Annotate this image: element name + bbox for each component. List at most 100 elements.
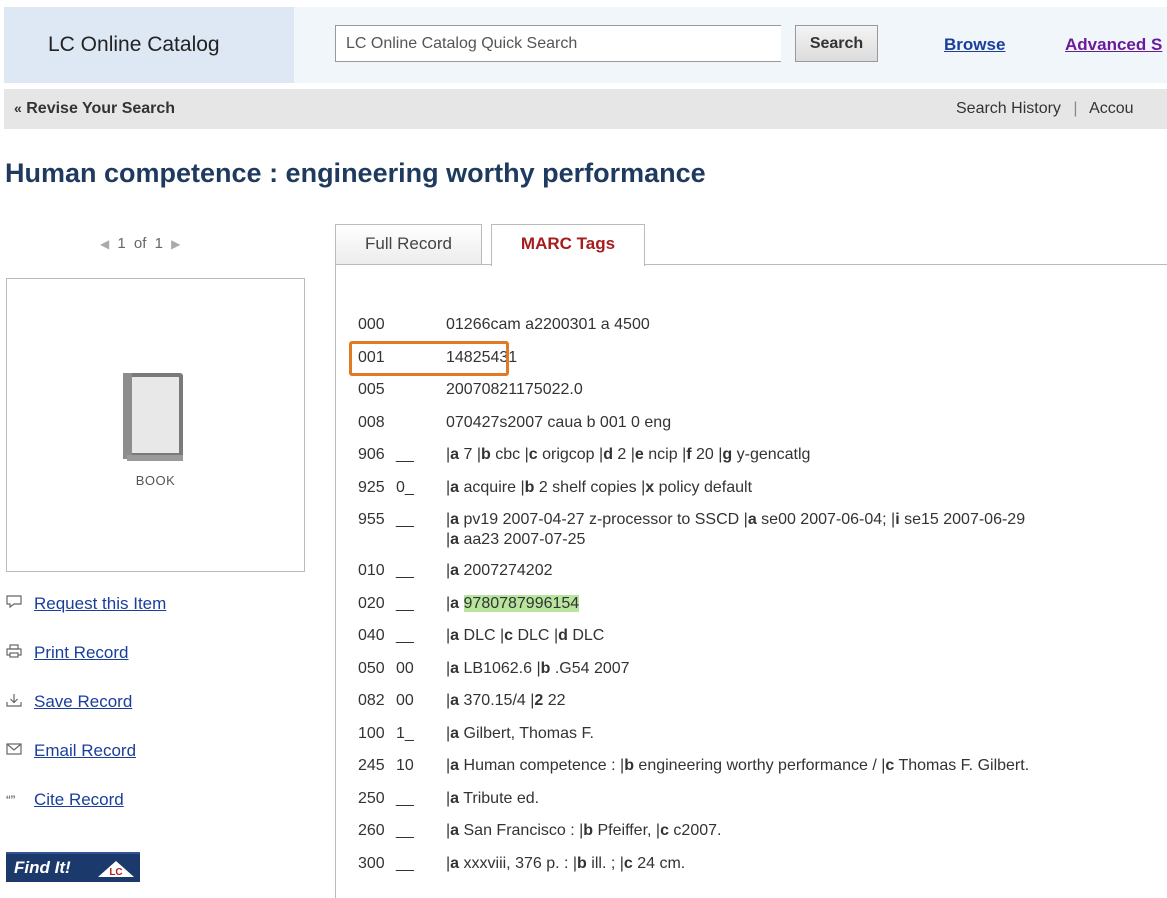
subfield-value: 9780787996154 (459, 594, 580, 612)
marc-data: |a 7 |b cbc |c origcop |d 2 |e ncip |f 2… (446, 445, 1163, 465)
email-record-link[interactable]: Email Record (34, 740, 136, 762)
action-cite-record: “” Cite Record (6, 789, 286, 838)
account-link[interactable]: Accou (1089, 100, 1133, 117)
format-label: BOOK (135, 473, 176, 488)
marc-data: |a DLC |c DLC |d DLC (446, 626, 1163, 646)
marc-tag: 955 (358, 511, 385, 528)
marc-tag: 245 (358, 757, 385, 774)
quick-search-input[interactable] (335, 25, 781, 62)
revise-search-link[interactable]: « Revise Your Search (14, 100, 175, 118)
subfield-value: pv19 2007-04-27 z-processor to SSCD (459, 511, 744, 528)
subfield-code: b (583, 822, 594, 839)
nav-browse-link[interactable]: Browse (944, 35, 1005, 55)
search-history-link[interactable]: Search History (956, 100, 1061, 117)
print-record-link[interactable]: Print Record (34, 642, 128, 664)
marc-field-955: 955 __ |a pv19 2007-04-27 z-processor to S… (358, 510, 1163, 550)
download-icon (6, 691, 34, 713)
marc-data: |a 370.15/4 |2 22 (446, 691, 1163, 711)
marc-data: |a xxxviii, 376 p. : |b ill. ; |c 24 cm. (446, 854, 1163, 874)
marc-data: 14825431 (446, 348, 518, 366)
subfield-value: 20 (691, 446, 719, 463)
record-pager: ◀ 1 of 1 ▶ (100, 235, 180, 252)
subfield-value: Tribute ed. (459, 789, 540, 807)
request-item-link[interactable]: Request this Item (34, 593, 166, 615)
subfield-code: 2 (534, 692, 544, 709)
tab-marc-tags[interactable]: MARC Tags (491, 224, 645, 266)
subfield-value: origcop (537, 446, 600, 463)
marc-field-010: 010 __ |a 2007274202 (358, 561, 1163, 581)
marc-indicators: __ (396, 854, 414, 872)
marc-indicators: __ (396, 822, 414, 839)
subfield-value: y-gencatlg (732, 446, 811, 463)
revise-search-label: Revise Your Search (26, 100, 176, 117)
marc-field-000: 000 01266cam a2200301 a 4500 (358, 315, 1163, 335)
marc-tag: 008 (358, 413, 385, 431)
back-chevron-icon: « (14, 100, 22, 116)
marc-data: 070427s2007 caua b 001 0 eng (446, 413, 672, 431)
cite-record-link[interactable]: Cite Record (34, 789, 124, 811)
tab-full-record[interactable]: Full Record (335, 224, 482, 264)
field-001-callout (349, 341, 509, 376)
marc-data: |a Tribute ed. (446, 789, 1163, 809)
marc-data: |a acquire |b 2 shelf copies |x policy d… (446, 478, 1163, 498)
subfield-value: aa23 2007-07-25 (459, 531, 586, 548)
lc-logo-icon: LC (98, 861, 134, 878)
marc-indicators: __ (396, 562, 414, 579)
subfield-code: c (623, 854, 633, 872)
subfield-code: a (450, 562, 460, 579)
next-record-icon[interactable]: ▶ (171, 237, 180, 251)
action-email-record: Email Record (6, 740, 286, 789)
subfield-code: a (450, 478, 460, 496)
marc-indicators: 0_ (396, 478, 414, 496)
save-record-link[interactable]: Save Record (34, 691, 132, 713)
marc-field-008: 008 070427s2007 caua b 001 0 eng (358, 413, 1163, 433)
subfield-value: se00 2007-06-04; (756, 511, 892, 528)
subfield-value: ill. ; (586, 854, 620, 872)
marc-tag: 906 (358, 446, 385, 463)
marc-indicators: __ (396, 789, 414, 807)
subfield-code: d (603, 446, 613, 463)
marc-tag: 300 (358, 854, 385, 872)
marc-field-925: 925 0_ |a acquire |b 2 shelf copies |x pol… (358, 478, 1163, 498)
marc-indicators: __ (396, 511, 414, 528)
marc-data: |a Human competence : |b engineering wor… (446, 756, 1163, 776)
catalog-logo[interactable]: LC Online Catalog (48, 33, 220, 57)
subfield-code: a (450, 511, 460, 528)
marc-field-245: 245 10 |a Human competence : |b engineerin… (358, 756, 1163, 776)
marc-tag: 100 (358, 724, 385, 742)
search-button[interactable]: Search (795, 25, 878, 62)
subfield-code: a (450, 854, 460, 872)
nav-advanced-search-link[interactable]: Advanced S (1065, 35, 1162, 55)
marc-data: |a pv19 2007-04-27 z-processor to SSCD |… (446, 510, 1163, 550)
marc-tag: 005 (358, 381, 385, 398)
previous-record-icon[interactable]: ◀ (100, 237, 109, 251)
subfield-code: a (747, 511, 757, 528)
subfield-code: a (450, 822, 460, 839)
subfield-value: engineering worthy performance / (633, 757, 882, 774)
marc-tag: 082 (358, 692, 385, 709)
marc-indicators: 00 (396, 659, 414, 677)
marc-tag: 260 (358, 822, 385, 839)
find-it-label: Find It! (14, 858, 71, 877)
subfield-code: a (450, 594, 460, 612)
marc-data: |a LB1062.6 |b .G54 2007 (446, 659, 1163, 679)
marc-indicators (396, 315, 446, 335)
subfield-code: x (645, 478, 655, 496)
subfield-value: ncip (643, 446, 683, 463)
marc-tag: 925 (358, 478, 385, 496)
marc-field-100: 100 1_ |a Gilbert, Thomas F. (358, 724, 1163, 744)
subfield-code: b (481, 446, 491, 463)
svg-text:LC: LC (109, 867, 122, 878)
subfield-code: c (885, 757, 895, 774)
subfield-code: b (524, 478, 535, 496)
subfield-value: DLC (567, 627, 605, 644)
marc-tag: 020 (358, 594, 385, 612)
sub-navigation-bar: « Revise Your Search Search History | Ac… (4, 89, 1167, 129)
marc-tag: 010 (358, 562, 385, 579)
find-it-button[interactable]: Find It! LC (6, 852, 140, 882)
marc-field-082: 082 00 |a 370.15/4 |2 22 (358, 691, 1163, 711)
subfield-value: 22 (543, 692, 566, 709)
subfield-code: b (577, 854, 587, 872)
pager-current: 1 (117, 235, 126, 252)
marc-field-020: 020 __ |a 9780787996154 (358, 594, 1163, 614)
